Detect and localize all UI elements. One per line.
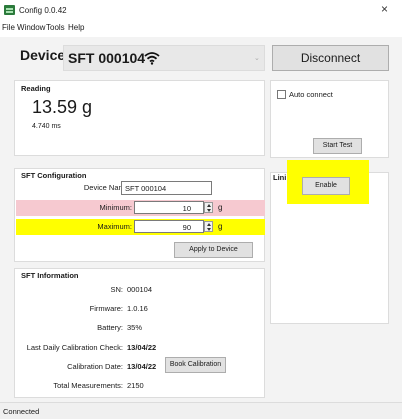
chevron-down-icon: ⌄: [254, 55, 260, 62]
auto-connect-label: Auto connect: [289, 90, 333, 99]
start-test-button[interactable]: Start Test: [313, 138, 362, 154]
wifi-icon: [144, 52, 160, 65]
enable-button[interactable]: Enable: [302, 177, 350, 195]
menu-tools[interactable]: Tools: [46, 23, 65, 32]
status-text: Connected: [3, 407, 40, 416]
book-calibration-button[interactable]: Book Calibration: [165, 357, 226, 373]
reading-title: Reading: [21, 84, 51, 93]
daily-calibration-value: 13/04/22: [127, 343, 157, 352]
menu-window[interactable]: Window: [17, 23, 45, 32]
minimum-unit: g: [218, 203, 223, 212]
firmware-label: Firmware:: [89, 304, 123, 313]
calibration-date-value: 13/04/22: [127, 362, 157, 371]
total-measurements-label: Total Measurements:: [53, 381, 123, 390]
calibration-date-label: Calibration Date:: [67, 362, 123, 371]
menu-file[interactable]: File: [2, 23, 15, 32]
apply-to-device-button[interactable]: Apply to Device: [174, 242, 253, 258]
maximum-input[interactable]: 90: [134, 220, 204, 233]
connection-panel: Auto connect Start Test: [270, 80, 389, 158]
sft-configuration-panel: SFT Configuration Device Name: SFT 00010…: [14, 168, 265, 262]
minimum-stepper[interactable]: [204, 202, 213, 213]
battery-value: 35%: [127, 323, 143, 332]
status-bar: Connected: [0, 402, 402, 419]
close-icon[interactable]: ×: [381, 2, 388, 16]
info-title: SFT Information: [21, 271, 79, 280]
daily-calibration-label: Last Daily Calibration Check:: [26, 343, 123, 352]
title-bar: Config 0.0.42 ×: [0, 0, 402, 21]
menu-bar: File Window Tools Help: [0, 21, 402, 37]
limits-title: Lini: [273, 173, 287, 182]
reading-interval: 4.740 ms: [32, 123, 61, 130]
device-name-input[interactable]: SFT 000104: [121, 181, 212, 195]
window-title: Config 0.0.42: [19, 6, 67, 15]
device-selector[interactable]: SFT 000104 ⌄: [63, 45, 265, 71]
total-measurements-value: 2150: [127, 381, 144, 390]
minimum-label: Minimum:: [99, 203, 132, 212]
maximum-label: Maximum:: [97, 222, 132, 231]
maximum-row: Maximum: 90 g: [16, 219, 265, 235]
device-name-label: Device Name:: [83, 183, 131, 192]
maximum-unit: g: [218, 222, 223, 231]
maximum-stepper[interactable]: [204, 221, 213, 232]
auto-connect-checkbox[interactable]: [277, 90, 286, 99]
app-icon: [4, 5, 15, 15]
menu-help[interactable]: Help: [68, 23, 84, 32]
config-title: SFT Configuration: [21, 171, 87, 180]
disconnect-button[interactable]: Disconnect: [272, 45, 389, 71]
reading-value: 13.59 g: [32, 97, 93, 117]
reading-panel: Reading 13.59 g 4.740 ms: [14, 80, 265, 156]
selected-device: SFT 000104: [68, 50, 146, 66]
battery-label: Battery:: [97, 323, 123, 332]
sft-information-panel: SFT Information SN: 000104 Firmware: 1.0…: [14, 268, 265, 398]
minimum-row: Minimum: 10 g: [16, 200, 265, 216]
minimum-input[interactable]: 10: [134, 201, 204, 214]
sn-value: 000104: [127, 285, 153, 294]
firmware-value: 1.0.16: [127, 304, 148, 313]
sn-label: SN:: [110, 285, 123, 294]
